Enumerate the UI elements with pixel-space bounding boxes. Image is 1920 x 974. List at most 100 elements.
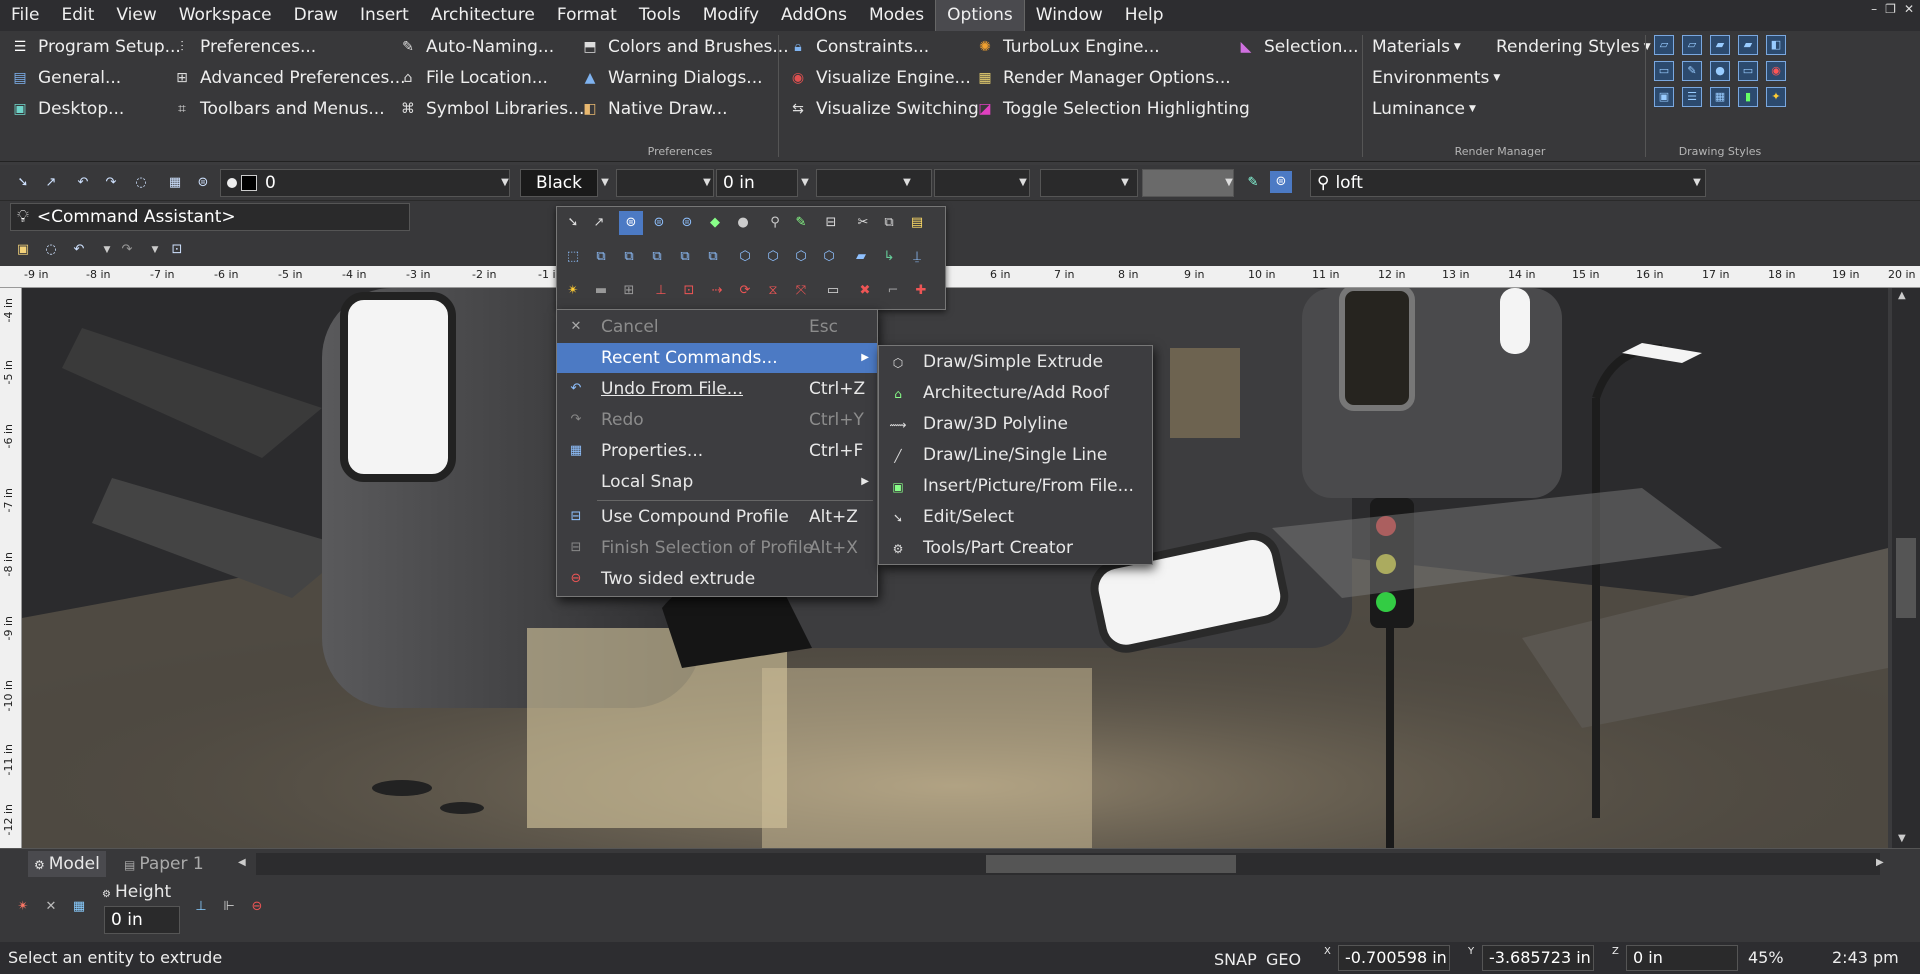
part-tree-icon[interactable]: ⊡ [166, 239, 188, 261]
constraints-button[interactable]: 🔒︎ Constraints... [788, 33, 929, 61]
box-fillet-icon[interactable]: ⬡ [817, 245, 841, 269]
undo-small-icon[interactable]: ↶ [68, 239, 90, 261]
intersect-icon[interactable]: ⧉ [645, 245, 669, 269]
properties-toggle-icon[interactable]: ⊜ [1270, 171, 1292, 193]
wireframe-style-icon[interactable]: ▱ [1654, 35, 1674, 55]
calculator-icon[interactable]: ▦ [68, 896, 90, 918]
visualize-switching-button[interactable]: ⇆ Visualize Switching [788, 95, 979, 123]
symbol-libraries-button[interactable]: ⌘ Symbol Libraries... [398, 95, 584, 123]
green-style-icon[interactable]: ▮ [1738, 87, 1758, 107]
transform-icon[interactable]: ✚ [909, 279, 933, 303]
scroll-thumb[interactable] [1896, 538, 1916, 618]
layer-icon[interactable]: ⊟ [819, 211, 843, 235]
materials-dropdown[interactable]: Materials ▼ [1372, 33, 1461, 61]
menu-item-recent-commands[interactable]: Recent Commands... ▶ [557, 343, 877, 373]
x-coordinate-field[interactable]: -0.700598 in [1338, 945, 1450, 971]
chevron-down-icon[interactable]: ▼ [700, 169, 714, 197]
chevron-down-icon[interactable]: ▼ [798, 169, 812, 197]
scroll-right-icon[interactable]: ▶ [1876, 857, 1884, 868]
align-icon[interactable]: ⊥ [649, 279, 673, 303]
delete-icon[interactable]: ✖ [853, 279, 877, 303]
menu-item-use-compound-profile[interactable]: ⊟ Use Compound Profile Alt+Z [557, 502, 877, 532]
menu-item-properties[interactable]: ▦ Properties... Ctrl+F [557, 436, 877, 466]
zoom-level[interactable]: 45% [1748, 948, 1784, 967]
scroll-thumb[interactable] [986, 855, 1236, 873]
chevron-down-icon[interactable]: ▼ [1222, 169, 1236, 197]
colors-brushes-button[interactable]: ⬒ Colors and Brushes... [580, 33, 788, 61]
visualize-engine-button[interactable]: ◉ Visualize Engine... [788, 64, 971, 92]
menu-item-two-sided-extrude[interactable]: ⊖ Two sided extrude [557, 564, 877, 594]
lasso-icon[interactable]: ◌ [130, 172, 152, 194]
rotate-icon[interactable]: ⟳ [733, 279, 757, 303]
vertical-scrollbar[interactable]: ▲ ▼ [1892, 288, 1920, 848]
toolbars-menus-button[interactable]: ⌗ Toolbars and Menus... [172, 95, 385, 123]
selection-button[interactable]: ◣ Selection... [1236, 33, 1359, 61]
move-icon[interactable]: ⇢ [705, 279, 729, 303]
command-assistant-field[interactable]: 💡︎ <Command Assistant> [10, 203, 410, 231]
snap-icon[interactable]: ⌐ [881, 279, 905, 303]
menu-item-finish-selection-profile[interactable]: ⊟ Finish Selection of Profile Alt+X [557, 533, 877, 563]
menu-options[interactable]: Options [935, 0, 1025, 31]
environments-dropdown[interactable]: Environments ▼ [1372, 64, 1500, 92]
program-setup-button[interactable]: ☰ Program Setup... [10, 33, 181, 61]
box-icon[interactable]: ⬡ [733, 245, 757, 269]
eyedropper-icon[interactable]: ✎ [1242, 172, 1264, 194]
sphere-style-icon[interactable]: ● [1710, 61, 1730, 81]
snap-toggle[interactable]: SNAP [1214, 950, 1257, 969]
profile-icon[interactable]: ⊩ [218, 896, 240, 918]
hidden-line-style-icon[interactable]: ▱ [1682, 35, 1702, 55]
add-icon[interactable]: ⧉ [589, 245, 613, 269]
toggle-selection-highlighting-button[interactable]: ◪ Toggle Selection Highlighting [975, 95, 1249, 123]
shaded-edges-style-icon[interactable]: ▰ [1738, 35, 1758, 55]
magic-wand-icon[interactable]: ✴ [12, 896, 34, 918]
file-location-button[interactable]: ⌂ File Location... [398, 64, 548, 92]
line-weight-select[interactable] [816, 169, 932, 197]
submenu-item-add-roof[interactable]: ⌂ Architecture/Add Roof [879, 378, 1152, 409]
submenu-item-edit-select[interactable]: ➘ Edit/Select [879, 502, 1152, 533]
geo-toggle[interactable]: GEO [1266, 950, 1301, 969]
select-icon[interactable]: ➘ [561, 211, 585, 235]
layers-style-icon[interactable]: ☰ [1682, 87, 1702, 107]
chevron-down-icon[interactable]: ▼ [144, 239, 166, 261]
extrude-icon[interactable]: ⊜ [619, 211, 643, 235]
redo-icon[interactable]: ↷ [100, 172, 122, 194]
extrude-face-icon[interactable]: ⊜ [647, 211, 671, 235]
sketch-style-icon[interactable]: ✎ [1682, 61, 1702, 81]
cut-icon[interactable]: ✂ [851, 211, 875, 235]
zoom-icon[interactable]: ⚲ [763, 211, 787, 235]
render-manager-options-button[interactable]: ▦ Render Manager Options... [975, 64, 1230, 92]
menu-view[interactable]: View [105, 0, 167, 31]
pin-icon[interactable]: ⍊ [905, 245, 929, 269]
tab-paper-1[interactable]: ▤ Paper 1 [118, 851, 210, 877]
submenu-item-single-line[interactable]: ╱ Draw/Line/Single Line [879, 440, 1152, 471]
measure-icon[interactable]: ✎ [789, 211, 813, 235]
copy-style-icon[interactable]: ▣ [1654, 87, 1674, 107]
texture-style-icon[interactable]: ▦ [1710, 87, 1730, 107]
chevron-down-icon[interactable]: ▼ [498, 169, 512, 197]
subtract-icon[interactable]: ⧉ [617, 245, 641, 269]
ruler-tool-icon[interactable]: ▬ [589, 279, 613, 303]
chevron-down-icon[interactable]: ▼ [96, 239, 118, 261]
mirror-icon[interactable]: ⧖ [761, 279, 785, 303]
menu-file[interactable]: File [0, 0, 50, 31]
luminance-dropdown[interactable]: Luminance ▼ [1372, 95, 1476, 123]
chevron-down-icon[interactable]: ▼ [1690, 169, 1704, 197]
two-sided-icon[interactable]: ⊖ [246, 896, 268, 918]
outline-style-icon[interactable]: ▭ [1738, 61, 1758, 81]
select-arrow-icon[interactable]: ➘ [12, 172, 34, 194]
chevron-down-icon[interactable]: ▼ [598, 169, 612, 197]
redo-small-icon[interactable]: ↷ [116, 239, 138, 261]
layer-select[interactable]: 0 [220, 169, 510, 197]
native-draw-button[interactable]: ◧ Native Draw... [580, 95, 727, 123]
paste-icon[interactable]: ▤ [905, 211, 929, 235]
desktop-button[interactable]: ▣ Desktop... [10, 95, 124, 123]
chevron-down-icon[interactable]: ▼ [1016, 169, 1030, 197]
target-icon[interactable]: ⊡ [677, 279, 701, 303]
menu-draw[interactable]: Draw [283, 0, 349, 31]
turbolux-engine-button[interactable]: ✺ TurboLux Engine... [975, 33, 1160, 61]
menu-item-redo[interactable]: ↷ Redo Ctrl+Y [557, 405, 877, 435]
shell-icon[interactable]: ⬚ [561, 245, 585, 269]
command-search-input[interactable]: ⚲ loft [1310, 169, 1706, 197]
scroll-left-icon[interactable]: ◀ [238, 857, 246, 868]
menu-item-local-snap[interactable]: Local Snap ▶ [557, 467, 877, 497]
